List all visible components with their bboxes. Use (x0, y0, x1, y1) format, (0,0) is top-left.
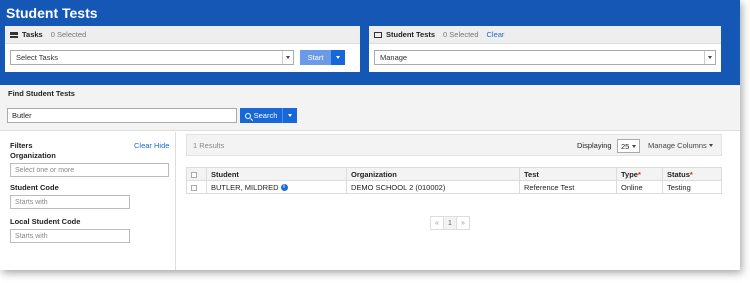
start-dropdown-button[interactable] (331, 50, 345, 65)
organization-label: Organization (10, 151, 56, 160)
student-tests-selected-count: 0 Selected (443, 30, 479, 39)
card-icon (374, 31, 382, 38)
row-select-cell (186, 180, 207, 194)
search-label: Search (253, 111, 278, 120)
list-icon (10, 31, 18, 38)
tasks-select-value: Select Tasks (16, 53, 58, 62)
filters-clear-link[interactable]: Clear (134, 141, 152, 150)
tasks-title: Tasks (22, 30, 43, 39)
search-dropdown-button[interactable] (282, 108, 297, 123)
cell-status: Testing (662, 180, 722, 194)
table-row[interactable]: BUTLER, MILDRED i DEMO SCHOOL 2 (010002) … (186, 180, 722, 194)
start-button[interactable]: Start (300, 50, 331, 65)
results-toolbar: 1 Results Displaying 25 Manage Columns (186, 134, 722, 156)
per-page-value: 25 (621, 141, 630, 151)
select-all-checkbox[interactable] (191, 171, 197, 178)
tasks-panel-header: Tasks 0 Selected (5, 26, 360, 44)
find-section: Find Student Tests Butler Search (0, 85, 740, 131)
app-window: Student Tests Tasks 0 Selected Select Ta… (0, 0, 740, 270)
results-table: Student Organization Test Type* Status* … (186, 167, 722, 194)
tasks-selected-count: 0 Selected (50, 30, 87, 39)
cell-type: Online (616, 180, 663, 194)
manage-columns-label: Manage Columns (648, 141, 707, 150)
column-header-student[interactable]: Student (206, 167, 347, 181)
column-header-organization[interactable]: Organization (346, 167, 520, 181)
cell-test: Reference Test (519, 180, 617, 194)
cell-organization: DEMO SCHOOL 2 (010002) (346, 180, 520, 194)
tasks-panel: Tasks 0 Selected Select Tasks Start (5, 26, 360, 72)
search-input[interactable]: Butler (7, 108, 237, 123)
manage-select-value: Manage (380, 53, 408, 62)
filters-hide-link[interactable]: Hide (154, 141, 169, 150)
pager-prev-button[interactable]: « (430, 216, 444, 230)
column-header-status[interactable]: Status* (662, 167, 722, 181)
local-student-code-label: Local Student Code (10, 217, 81, 226)
panel-pointer (355, 76, 371, 85)
student-code-label: Student Code (10, 183, 59, 192)
student-tests-panel-header: Student Tests 0 Selected Clear (369, 26, 721, 44)
start-label: Start (307, 53, 324, 62)
results-panel: 1 Results Displaying 25 Manage Columns S… (186, 134, 722, 264)
results-count: 1 Results (193, 141, 225, 150)
chevron-down-icon (336, 56, 340, 59)
info-icon[interactable]: i (280, 184, 288, 192)
select-all-cell (186, 167, 207, 181)
pagination: « 1 » (430, 216, 470, 230)
manage-columns-dropdown[interactable]: Manage Columns (648, 141, 713, 150)
filters-sidebar: Filters Clear Hide Organization Select o… (0, 132, 176, 270)
organization-field[interactable]: Select one or more (10, 163, 169, 177)
local-student-code-field[interactable]: Starts with (10, 229, 130, 243)
table-header-row: Student Organization Test Type* Status* (186, 167, 722, 181)
per-page-select[interactable]: 25 (617, 139, 640, 153)
search-icon (244, 112, 251, 119)
student-code-field[interactable]: Starts with (10, 195, 130, 209)
column-header-test[interactable]: Test (519, 167, 617, 181)
displaying-label: Displaying (577, 141, 612, 150)
chevron-down-icon (708, 144, 713, 147)
pager-next-button[interactable]: » (456, 216, 470, 230)
search-input-value: Butler (12, 111, 32, 120)
pager-page-button[interactable]: 1 (443, 216, 457, 230)
search-button[interactable]: Search (240, 108, 282, 123)
filters-title: Filters (10, 141, 33, 150)
chevron-down-icon (704, 51, 715, 64)
page-title: Student Tests (6, 5, 98, 21)
column-header-type[interactable]: Type* (616, 167, 663, 181)
chevron-down-icon (288, 114, 292, 117)
chevron-down-icon (632, 145, 636, 148)
chevron-down-icon (282, 51, 293, 64)
student-tests-panel: Student Tests 0 Selected Clear Manage (369, 26, 721, 72)
clear-selection-link[interactable]: Clear (487, 30, 505, 39)
cell-student: BUTLER, MILDRED i (206, 180, 347, 194)
page-header: Student Tests Tasks 0 Selected Select Ta… (0, 0, 740, 85)
tasks-select[interactable]: Select Tasks (10, 50, 294, 65)
student-tests-title: Student Tests (386, 30, 436, 39)
manage-select[interactable]: Manage (374, 50, 716, 65)
find-title: Find Student Tests (8, 89, 75, 98)
row-checkbox[interactable] (191, 184, 197, 191)
